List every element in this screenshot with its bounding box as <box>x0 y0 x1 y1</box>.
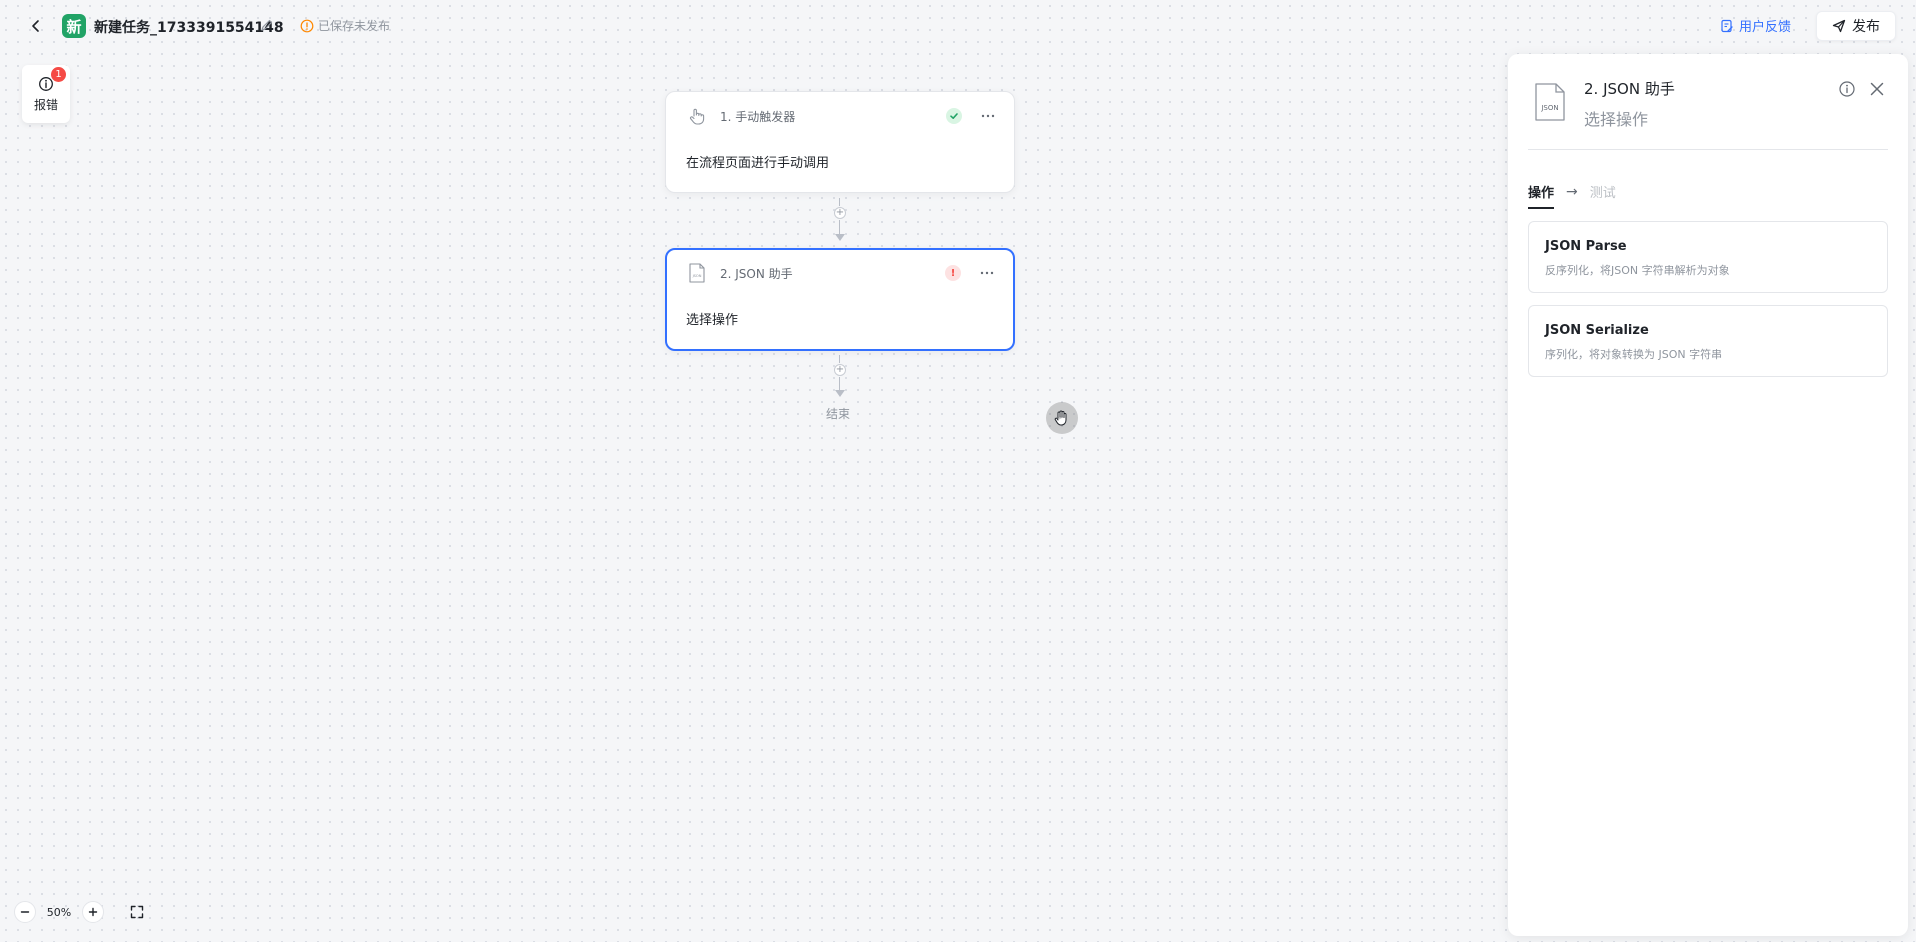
panel-info-button[interactable] <box>1838 80 1856 98</box>
minus-icon <box>20 911 30 913</box>
step-operation-tab[interactable]: 操作 <box>1528 182 1555 209</box>
zoom-in-button[interactable] <box>82 901 104 923</box>
connector-line <box>839 355 840 363</box>
top-bar: 新 新建任务_1733391554148 已保存未发布 用户反馈 发布 <box>0 0 1916 52</box>
save-status-text: 已保存未发布 <box>318 19 391 33</box>
arrow-down-icon <box>835 390 845 397</box>
feedback-icon <box>1721 19 1733 32</box>
operation-card-json-serialize[interactable]: JSON Serialize 序列化，将对象转换为 JSON 字符串 <box>1528 305 1888 377</box>
operation-name: JSON Serialize <box>1545 323 1649 338</box>
node-config-panel: JSON 2. JSON 助手 选择操作 操作 → 测试 JSON Parse … <box>1508 54 1908 936</box>
arrow-right-icon: → <box>1566 183 1578 200</box>
operation-name: JSON Parse <box>1545 239 1627 254</box>
panel-title: 2. JSON 助手 <box>1584 80 1675 98</box>
svg-text:JSON: JSON <box>692 274 702 278</box>
error-count-badge: 1 <box>51 67 66 82</box>
node-step-label: 2. JSON 助手 <box>720 266 793 281</box>
back-button[interactable] <box>24 14 48 38</box>
node-step-label: 1. 手动触发器 <box>720 109 796 124</box>
operation-description: 反序列化，将JSON 字符串解析为对象 <box>1545 264 1730 277</box>
json-file-icon: JSON <box>1532 82 1568 122</box>
hand-pointer-icon <box>686 105 708 127</box>
feedback-label: 用户反馈 <box>1739 20 1792 35</box>
zoom-controls: 50% <box>14 898 104 926</box>
connector-line <box>839 220 840 234</box>
panel-divider <box>1528 149 1888 150</box>
flow-node-trigger[interactable]: 1. 手动触发器 在流程页面进行手动调用 <box>665 91 1015 193</box>
edit-title-button[interactable] <box>260 17 276 33</box>
add-step-button[interactable]: + <box>834 207 846 219</box>
warning-circle-icon <box>300 19 314 32</box>
info-circle-icon <box>1839 81 1855 97</box>
close-icon <box>1870 82 1884 96</box>
success-check-icon <box>946 108 962 124</box>
panel-close-button[interactable] <box>1868 80 1886 98</box>
feedback-link[interactable]: 用户反馈 <box>1720 16 1791 35</box>
send-icon <box>1832 19 1846 33</box>
flow-end-label: 结束 <box>826 407 851 421</box>
node-description: 在流程页面进行手动调用 <box>686 156 830 171</box>
app-badge: 新 <box>62 14 86 38</box>
error-report-label: 报错 <box>33 97 58 112</box>
zoom-out-button[interactable] <box>14 901 36 923</box>
connector-line <box>839 377 840 390</box>
task-title: 新建任务_1733391554148 <box>94 20 284 36</box>
json-file-icon: JSON <box>686 262 708 284</box>
chevron-left-icon <box>32 20 39 32</box>
more-horizontal-icon <box>980 271 994 275</box>
node-description: 选择操作 <box>686 313 739 328</box>
grab-cursor-icon <box>1046 402 1078 434</box>
publish-button[interactable]: 发布 <box>1816 11 1896 41</box>
error-alert-icon: ! <box>945 265 961 281</box>
panel-icon-text: JSON <box>1540 104 1558 112</box>
fullscreen-icon <box>130 905 144 919</box>
pencil-icon <box>261 19 273 31</box>
zoom-level: 50% <box>46 905 72 919</box>
node-more-button[interactable] <box>977 263 997 283</box>
fit-view-button[interactable] <box>126 901 148 923</box>
error-report-button[interactable]: 报错 1 <box>22 65 70 123</box>
arrow-down-icon <box>835 234 845 241</box>
connector-line <box>839 198 840 206</box>
panel-steps: 操作 → 测试 <box>1528 174 1616 209</box>
plus-icon <box>88 907 98 917</box>
flow-node-json-helper[interactable]: JSON 2. JSON 助手 ! 选择操作 <box>665 248 1015 351</box>
node-header: 1. 手动触发器 <box>686 104 998 128</box>
operation-description: 序列化，将对象转换为 JSON 字符串 <box>1545 348 1723 361</box>
panel-subtitle: 选择操作 <box>1584 110 1649 129</box>
node-header: JSON 2. JSON 助手 ! <box>686 261 997 285</box>
more-horizontal-icon <box>981 114 995 118</box>
step-test-tab[interactable]: 测试 <box>1590 182 1616 201</box>
node-more-button[interactable] <box>978 106 998 126</box>
save-status: 已保存未发布 <box>300 17 390 34</box>
publish-label: 发布 <box>1852 19 1880 35</box>
operation-card-json-parse[interactable]: JSON Parse 反序列化，将JSON 字符串解析为对象 <box>1528 221 1888 293</box>
add-step-button[interactable]: + <box>834 364 846 376</box>
